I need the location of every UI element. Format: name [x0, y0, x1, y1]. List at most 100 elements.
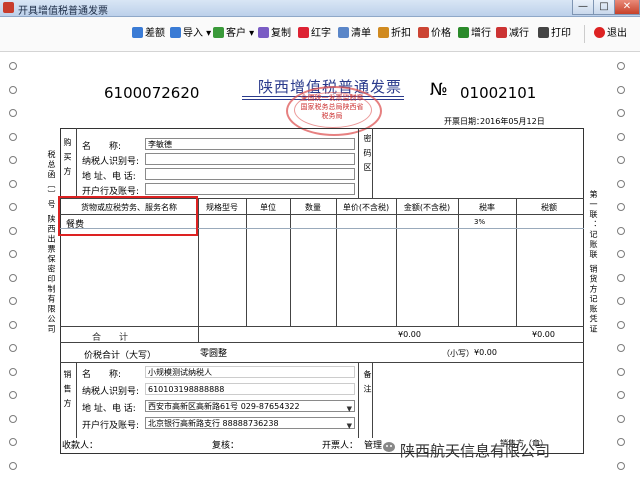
- grid-line: [458, 198, 459, 326]
- feed-hole: [9, 179, 17, 188]
- toolbar-customer-button[interactable]: 客户 ▾: [213, 26, 254, 42]
- toolbar-print-button[interactable]: 打印: [538, 26, 571, 42]
- grid-line: [516, 198, 517, 326]
- feed-hole: [9, 273, 17, 282]
- col-header-rate: 税率: [479, 203, 495, 212]
- toolbar-separator: [584, 25, 585, 43]
- copy-icon: [258, 27, 269, 38]
- feed-hole: [617, 438, 625, 446]
- wechat-icon: [383, 442, 395, 452]
- toolbar-list-button[interactable]: 清单: [338, 26, 371, 42]
- buyer-side-label: 购 买 方: [63, 138, 72, 178]
- list-icon: [338, 27, 349, 38]
- seller-name-input[interactable]: 小规模测试纳税人: [145, 366, 355, 378]
- chevron-down-icon[interactable]: ▼: [347, 403, 352, 415]
- feed-hole: [9, 132, 17, 141]
- discount-icon: [378, 27, 389, 38]
- price-icon: [418, 27, 429, 38]
- feed-hole: [617, 156, 625, 164]
- chevron-down-icon[interactable]: ▼: [347, 420, 352, 432]
- toolbar-discount-button[interactable]: 折扣: [378, 26, 411, 42]
- col-header-price: 单价(不含税): [342, 203, 390, 212]
- col-header-qty: 数量: [305, 203, 321, 212]
- toolbar-add-row-button[interactable]: 增行: [458, 26, 491, 42]
- buyer-addr-input[interactable]: [145, 168, 355, 180]
- seller-name-label: 名 称:: [82, 370, 122, 380]
- reviewer-label: 复核：: [212, 441, 240, 451]
- feed-hole: [617, 297, 625, 305]
- seller-addr-value: 西安市高新区高新路61号 029-87654322: [148, 402, 300, 411]
- seller-side-label: 销 售 方: [63, 370, 72, 410]
- feed-hole: [617, 414, 625, 423]
- number-mark: №: [430, 80, 448, 100]
- toolbar-copy-button[interactable]: 复制: [258, 26, 291, 42]
- feed-hole: [617, 273, 625, 282]
- grid-line: [336, 198, 337, 326]
- buyer-tax-input[interactable]: [145, 153, 355, 165]
- feed-hole: [9, 414, 17, 423]
- seller-bank-label: 开户行及账号:: [82, 421, 140, 431]
- seller-tax-input[interactable]: 610103198888888: [145, 383, 355, 395]
- feed-hole: [617, 132, 625, 141]
- grid-line: [60, 326, 584, 327]
- sum-small: ¥0.00: [474, 348, 497, 357]
- app-icon: [3, 2, 14, 13]
- grid-line: [290, 198, 291, 326]
- buyer-name-input[interactable]: 李敏德: [145, 138, 355, 150]
- feed-hole: [9, 250, 17, 258]
- toolbar-red-invoice-button[interactable]: 红字: [298, 26, 331, 42]
- invoice-code: 6100072620: [104, 84, 200, 102]
- total-tax: ¥0.00: [532, 330, 555, 339]
- minimize-button[interactable]: —: [572, 0, 594, 15]
- toolbar-import-button[interactable]: 导入 ▾: [170, 26, 211, 42]
- sum-upper: 零圆整: [200, 349, 228, 359]
- grid-line: [76, 362, 77, 438]
- copy-side-label: 第一联：记账联 销货方记账凭证: [589, 190, 598, 335]
- item-rate-cell[interactable]: 3%: [474, 218, 485, 226]
- highlight-box: [58, 196, 198, 236]
- customer-icon: [213, 27, 224, 38]
- col-header-spec: 规格型号: [206, 203, 238, 212]
- difference-icon: [132, 27, 143, 38]
- feed-hole: [617, 344, 625, 352]
- password-area-label: 密 码 区: [363, 134, 372, 174]
- feed-hole: [9, 85, 17, 94]
- buyer-bank-input[interactable]: [145, 183, 355, 195]
- date-label: 开票日期：: [444, 117, 484, 126]
- toolbar-exit-button[interactable]: 退出: [594, 26, 627, 42]
- feed-hole: [617, 109, 625, 117]
- feed-hole: [9, 226, 17, 235]
- col-header-unit: 单位: [260, 203, 276, 212]
- feed-hole: [617, 367, 625, 376]
- toolbar-price-button[interactable]: 价格: [418, 26, 451, 42]
- left-hole-strip: [6, 54, 20, 480]
- feed-hole: [617, 203, 625, 211]
- feed-hole: [9, 461, 17, 470]
- feed-hole: [9, 203, 17, 211]
- del-row-icon: [496, 27, 507, 38]
- serial-side-label: 税总函〔〕号 陕西出票保密印制有限公司: [47, 150, 56, 335]
- seller-addr-label: 地 址、电 话:: [82, 404, 136, 414]
- title-bar: 开具增值税普通发票: [0, 0, 640, 17]
- seller-bank-select[interactable]: 北京银行高新路支行 88888736238 ▼: [145, 417, 355, 432]
- watermark-text: 陕西航天信息有限公司: [400, 442, 551, 460]
- col-header-amount: 金额(不含税): [403, 203, 451, 212]
- feed-hole: [9, 297, 17, 305]
- feed-hole: [9, 156, 17, 164]
- payee-label: 收款人：: [62, 441, 99, 451]
- seller-tax-label: 纳税人识别号:: [82, 387, 140, 397]
- seller-addr-select[interactable]: 西安市高新区高新路61号 029-87654322 ▼: [145, 400, 355, 415]
- toolbar-fen-e-button[interactable]: 差额: [132, 26, 165, 42]
- toolbar-del-row-button[interactable]: 减行: [496, 26, 529, 42]
- feed-hole: [617, 62, 625, 70]
- feed-hole: [617, 179, 625, 188]
- maximize-button[interactable]: □: [593, 0, 615, 15]
- feed-hole: [617, 250, 625, 258]
- close-button[interactable]: ✕: [614, 0, 640, 15]
- grid-line: [76, 128, 77, 198]
- power-icon: [594, 27, 605, 38]
- feed-hole: [9, 320, 17, 329]
- grid-line: [198, 326, 199, 342]
- print-icon: [538, 27, 549, 38]
- drawer-name: 管理: [364, 441, 383, 451]
